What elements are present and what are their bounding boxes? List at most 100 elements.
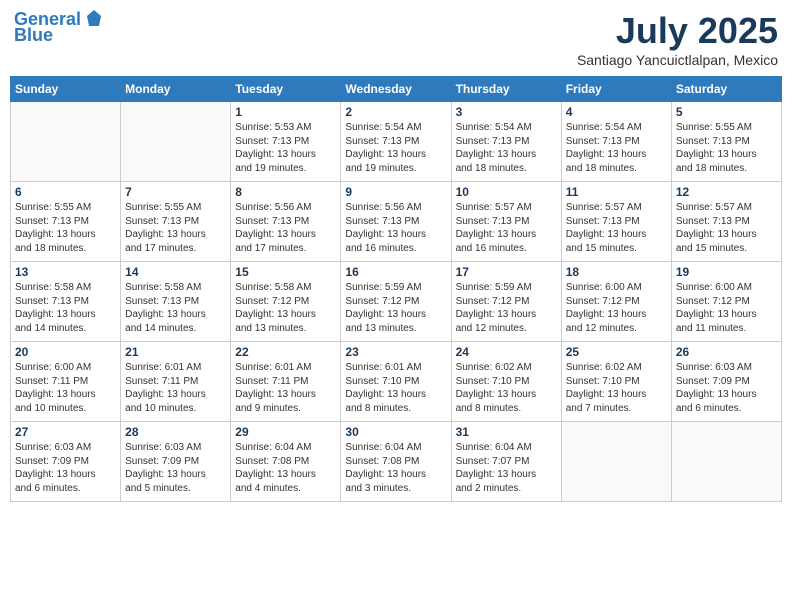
logo-icon xyxy=(83,8,105,30)
calendar-cell: 28 Sunrise: 6:03 AMSunset: 7:09 PMDayligh… xyxy=(121,422,231,502)
day-detail: Sunrise: 6:01 AMSunset: 7:11 PMDaylight:… xyxy=(125,361,226,415)
day-detail: Sunrise: 5:58 AMSunset: 7:13 PMDaylight:… xyxy=(125,281,226,335)
calendar-cell: 21Sunrise: 6:01 AMSunset: 7:11 PMDayligh… xyxy=(121,342,231,422)
day-number: 11 xyxy=(566,185,667,199)
day-number: 23 xyxy=(345,345,446,359)
calendar-cell xyxy=(11,102,121,182)
calendar-week-row: 13 Sunrise: 5:58 AMSunset: 7:13 PMDayligh… xyxy=(11,262,782,342)
calendar-cell: 13 Sunrise: 5:58 AMSunset: 7:13 PMDayligh… xyxy=(11,262,121,342)
day-detail: Sunrise: 6:03 AMSunset: 7:09 PMDaylight:… xyxy=(125,441,226,495)
calendar-week-row: 27 Sunrise: 6:03 AMSunset: 7:09 PMDayligh… xyxy=(11,422,782,502)
calendar-cell: 26 Sunrise: 6:03 AMSunset: 7:09 PMDayligh… xyxy=(671,342,781,422)
logo-blue-text: Blue xyxy=(14,26,53,46)
day-number: 9 xyxy=(345,185,446,199)
calendar-cell: 6 Sunrise: 5:55 AMSunset: 7:13 PMDaylight… xyxy=(11,182,121,262)
day-number: 26 xyxy=(676,345,777,359)
calendar-cell: 16 Sunrise: 5:59 AMSunset: 7:12 PMDayligh… xyxy=(341,262,451,342)
day-number: 7 xyxy=(125,185,226,199)
day-detail: Sunrise: 6:01 AMSunset: 7:11 PMDaylight:… xyxy=(235,361,336,415)
day-number: 10 xyxy=(456,185,557,199)
day-number: 16 xyxy=(345,265,446,279)
day-detail: Sunrise: 6:03 AMSunset: 7:09 PMDaylight:… xyxy=(15,441,116,495)
day-number: 17 xyxy=(456,265,557,279)
calendar-cell: 27 Sunrise: 6:03 AMSunset: 7:09 PMDayligh… xyxy=(11,422,121,502)
calendar-cell: 31 Sunrise: 6:04 AMSunset: 7:07 PMDayligh… xyxy=(451,422,561,502)
day-number: 27 xyxy=(15,425,116,439)
title-block: July 2025 Santiago Yancuictlalpan, Mexic… xyxy=(577,10,778,68)
calendar-cell: 17 Sunrise: 5:59 AMSunset: 7:12 PMDayligh… xyxy=(451,262,561,342)
day-detail: Sunrise: 5:58 AMSunset: 7:13 PMDaylight:… xyxy=(15,281,116,335)
calendar-cell: 9 Sunrise: 5:56 AMSunset: 7:13 PMDaylight… xyxy=(341,182,451,262)
day-number: 25 xyxy=(566,345,667,359)
calendar-cell: 25Sunrise: 6:02 AMSunset: 7:10 PMDayligh… xyxy=(561,342,671,422)
day-detail: Sunrise: 5:57 AMSunset: 7:13 PMDaylight:… xyxy=(456,201,557,255)
day-number: 22 xyxy=(235,345,336,359)
day-detail: Sunrise: 5:57 AMSunset: 7:13 PMDaylight:… xyxy=(566,201,667,255)
calendar-cell: 7 Sunrise: 5:55 AMSunset: 7:13 PMDaylight… xyxy=(121,182,231,262)
day-number: 20 xyxy=(15,345,116,359)
day-number: 15 xyxy=(235,265,336,279)
day-detail: Sunrise: 6:00 AMSunset: 7:12 PMDaylight:… xyxy=(566,281,667,335)
calendar-week-row: 20 Sunrise: 6:00 AMSunset: 7:11 PMDayligh… xyxy=(11,342,782,422)
calendar-cell xyxy=(121,102,231,182)
calendar-cell: 18 Sunrise: 6:00 AMSunset: 7:12 PMDayligh… xyxy=(561,262,671,342)
day-detail: Sunrise: 6:00 AMSunset: 7:11 PMDaylight:… xyxy=(15,361,116,415)
day-detail: Sunrise: 5:57 AMSunset: 7:13 PMDaylight:… xyxy=(676,201,777,255)
calendar-cell xyxy=(561,422,671,502)
calendar-cell: 12Sunrise: 5:57 AMSunset: 7:13 PMDayligh… xyxy=(671,182,781,262)
day-number: 1 xyxy=(235,105,336,119)
day-of-week-header: Saturday xyxy=(671,77,781,102)
day-detail: Sunrise: 6:01 AMSunset: 7:10 PMDaylight:… xyxy=(345,361,446,415)
day-of-week-header: Wednesday xyxy=(341,77,451,102)
calendar-cell: 1 Sunrise: 5:53 AMSunset: 7:13 PMDaylight… xyxy=(231,102,341,182)
calendar-cell: 19 Sunrise: 6:00 AMSunset: 7:12 PMDayligh… xyxy=(671,262,781,342)
day-detail: Sunrise: 6:00 AMSunset: 7:12 PMDaylight:… xyxy=(676,281,777,335)
day-detail: Sunrise: 5:53 AMSunset: 7:13 PMDaylight:… xyxy=(235,121,336,175)
calendar-cell: 20 Sunrise: 6:00 AMSunset: 7:11 PMDayligh… xyxy=(11,342,121,422)
day-number: 28 xyxy=(125,425,226,439)
day-detail: Sunrise: 5:56 AMSunset: 7:13 PMDaylight:… xyxy=(235,201,336,255)
calendar-week-row: 6 Sunrise: 5:55 AMSunset: 7:13 PMDaylight… xyxy=(11,182,782,262)
calendar-cell: 23 Sunrise: 6:01 AMSunset: 7:10 PMDayligh… xyxy=(341,342,451,422)
day-number: 18 xyxy=(566,265,667,279)
day-detail: Sunrise: 5:54 AMSunset: 7:13 PMDaylight:… xyxy=(456,121,557,175)
logo: General Blue xyxy=(14,10,105,46)
calendar-cell: 29Sunrise: 6:04 AMSunset: 7:08 PMDayligh… xyxy=(231,422,341,502)
day-of-week-header: Tuesday xyxy=(231,77,341,102)
day-number: 5 xyxy=(676,105,777,119)
calendar-cell: 22 Sunrise: 6:01 AMSunset: 7:11 PMDayligh… xyxy=(231,342,341,422)
calendar-cell xyxy=(671,422,781,502)
calendar-cell: 2Sunrise: 5:54 AMSunset: 7:13 PMDaylight… xyxy=(341,102,451,182)
day-detail: Sunrise: 5:55 AMSunset: 7:13 PMDaylight:… xyxy=(15,201,116,255)
calendar-cell: 11 Sunrise: 5:57 AMSunset: 7:13 PMDayligh… xyxy=(561,182,671,262)
day-number: 8 xyxy=(235,185,336,199)
day-detail: Sunrise: 6:04 AMSunset: 7:07 PMDaylight:… xyxy=(456,441,557,495)
day-number: 13 xyxy=(15,265,116,279)
day-number: 2 xyxy=(345,105,446,119)
day-detail: Sunrise: 5:56 AMSunset: 7:13 PMDaylight:… xyxy=(345,201,446,255)
location: Santiago Yancuictlalpan, Mexico xyxy=(577,52,778,68)
calendar-week-row: 1 Sunrise: 5:53 AMSunset: 7:13 PMDaylight… xyxy=(11,102,782,182)
calendar-cell: 10 Sunrise: 5:57 AMSunset: 7:13 PMDayligh… xyxy=(451,182,561,262)
day-detail: Sunrise: 5:59 AMSunset: 7:12 PMDaylight:… xyxy=(345,281,446,335)
day-number: 31 xyxy=(456,425,557,439)
day-number: 14 xyxy=(125,265,226,279)
calendar-cell: 5 Sunrise: 5:55 AMSunset: 7:13 PMDaylight… xyxy=(671,102,781,182)
day-number: 29 xyxy=(235,425,336,439)
calendar-cell: 4Sunrise: 5:54 AMSunset: 7:13 PMDaylight… xyxy=(561,102,671,182)
day-detail: Sunrise: 5:58 AMSunset: 7:12 PMDaylight:… xyxy=(235,281,336,335)
day-number: 3 xyxy=(456,105,557,119)
day-detail: Sunrise: 5:59 AMSunset: 7:12 PMDaylight:… xyxy=(456,281,557,335)
day-number: 24 xyxy=(456,345,557,359)
day-detail: Sunrise: 5:55 AMSunset: 7:13 PMDaylight:… xyxy=(125,201,226,255)
day-of-week-header: Sunday xyxy=(11,77,121,102)
month-title: July 2025 xyxy=(577,10,778,52)
day-detail: Sunrise: 6:03 AMSunset: 7:09 PMDaylight:… xyxy=(676,361,777,415)
page-header: General Blue July 2025 Santiago Yancuict… xyxy=(10,10,782,68)
day-number: 19 xyxy=(676,265,777,279)
day-detail: Sunrise: 5:55 AMSunset: 7:13 PMDaylight:… xyxy=(676,121,777,175)
day-of-week-header: Monday xyxy=(121,77,231,102)
day-number: 6 xyxy=(15,185,116,199)
day-of-week-header: Friday xyxy=(561,77,671,102)
calendar-cell: 14 Sunrise: 5:58 AMSunset: 7:13 PMDayligh… xyxy=(121,262,231,342)
